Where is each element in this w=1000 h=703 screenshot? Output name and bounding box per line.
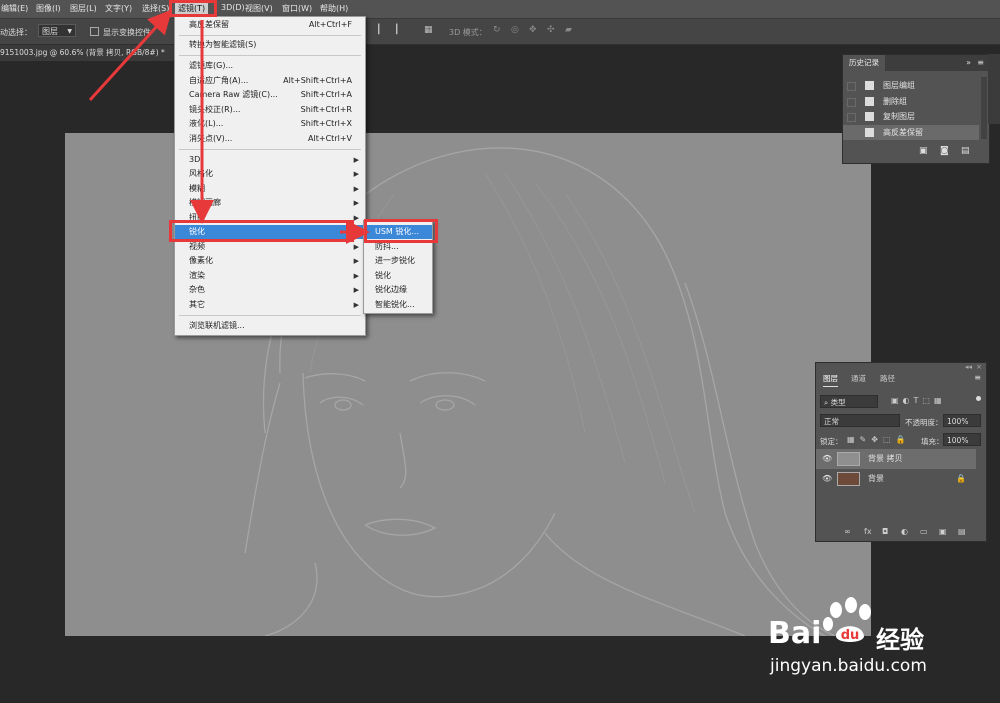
chevron-right-icon: ▶ [353,286,359,294]
history-panel-title[interactable]: 历史记录 [843,55,885,71]
new-layer-icon[interactable]: ▣ [939,527,947,536]
layer-filter-kind[interactable]: ⌕ 类型 [820,395,878,408]
link-layers-icon[interactable]: ∞ [844,527,851,536]
fx-icon[interactable]: fx [864,527,872,536]
lock-label: 锁定： [820,437,843,446]
slide-3d-icon[interactable]: ✣ [547,26,556,35]
tab-paths[interactable]: 路径 [880,372,895,386]
submenu-item-sharpen-edges[interactable]: 锐化边缘 [364,283,432,297]
trash-icon[interactable]: ▤ [961,146,970,156]
search-icon: ⌕ [824,398,831,407]
panel-dock-strip [988,54,1000,124]
mask-icon[interactable]: ◘ [882,527,888,536]
pan-3d-icon[interactable]: ✥ [529,26,538,35]
history-item[interactable]: 复制图层 [843,109,979,124]
menu-item-render[interactable]: 渲染 ▶ [175,269,365,283]
annotation-arrows [88,9,370,244]
watermark-url: jingyan.baidu.com [770,656,927,676]
lock-icon: 🔒 [956,474,966,483]
collapse-icon[interactable]: » [966,58,971,67]
history-item[interactable]: 图层编组 [843,78,979,93]
submenu-item-smart-sharpen[interactable]: 智能锐化... [364,298,432,312]
history-item[interactable]: 删除组 [843,94,979,109]
layer-filter-icons[interactable]: ▣◐T⬚▦ [891,396,946,405]
folder-icon[interactable]: ▭ [920,527,928,536]
history-state-icon [865,81,874,90]
history-panel: 历史记录 » ≡ 图层编组 删除组 复制图层 高反差保留 ▣ ◙ ▤ [842,54,990,164]
trash-icon[interactable]: ▤ [958,527,966,536]
paw-icon: du [822,596,874,644]
panel-menu-icon[interactable]: ≡ [974,373,981,382]
history-state-icon [865,112,874,121]
tab-layers[interactable]: 图层 [823,372,838,387]
layer-thumbnail [837,472,860,486]
layer-thumbnail [837,452,860,466]
blend-mode-select[interactable]: 正常 [820,414,900,427]
layer-row[interactable]: 👁 背景 拷贝 [816,449,976,469]
tab-channels[interactable]: 通道 [851,372,866,386]
menu-item-noise[interactable]: 杂色 ▶ [175,283,365,297]
arrow-to-filter-menu [88,9,173,102]
baidu-watermark: Bai du 经验 jingyan.baidu.com [740,594,960,684]
eye-icon[interactable]: 👁 [822,455,832,463]
lock-icons[interactable]: ▦✎✥⬚🔒 [847,435,910,444]
watermark-logo-suffix: 经验 [876,626,924,654]
rotate-3d-icon[interactable]: ↻ [493,26,502,35]
history-state-icon [865,128,874,137]
opacity-label: 不透明度： [905,418,943,427]
chevron-right-icon: ▶ [353,272,359,280]
fill-input[interactable]: 100% [943,433,981,446]
collapse-icon[interactable]: ◂◂ [965,363,972,371]
chevron-right-icon: ▶ [353,301,359,309]
svg-text:du: du [841,628,860,643]
close-icon[interactable]: × [976,363,982,371]
layer-row[interactable]: 👁 背景 🔒 [816,469,976,489]
fill-label: 填充： [921,437,944,446]
history-scrollbar[interactable] [981,77,987,139]
scale-3d-icon[interactable]: ▰ [565,26,574,35]
eye-icon[interactable]: 👁 [822,475,832,483]
filter-toggle-icon[interactable] [976,396,981,401]
new-document-from-state-icon[interactable]: ▣ [919,146,928,156]
opacity-input[interactable]: 100% [943,414,981,427]
adjustment-layer-icon[interactable]: ◐ [901,527,908,536]
roll-3d-icon[interactable]: ◎ [511,26,520,35]
camera-icon[interactable]: ◙ [940,146,949,156]
watermark-logo-text: Bai [768,616,822,651]
history-item-selected[interactable]: 高反差保留 [843,125,979,140]
layers-panel: ◂◂ × 图层 通道 路径 ≡ ⌕ 类型 ▣◐T⬚▦ 正常 不透明度： 100%… [815,362,987,542]
menu-item-other[interactable]: 其它 ▶ [175,298,365,312]
history-state-icon [865,97,874,106]
submenu-item-sharpen[interactable]: 锐化 [364,269,432,283]
menu-item-browse-online-filters[interactable]: 浏览联机滤镜... [175,319,365,333]
panel-menu-icon[interactable]: ≡ [977,58,984,67]
